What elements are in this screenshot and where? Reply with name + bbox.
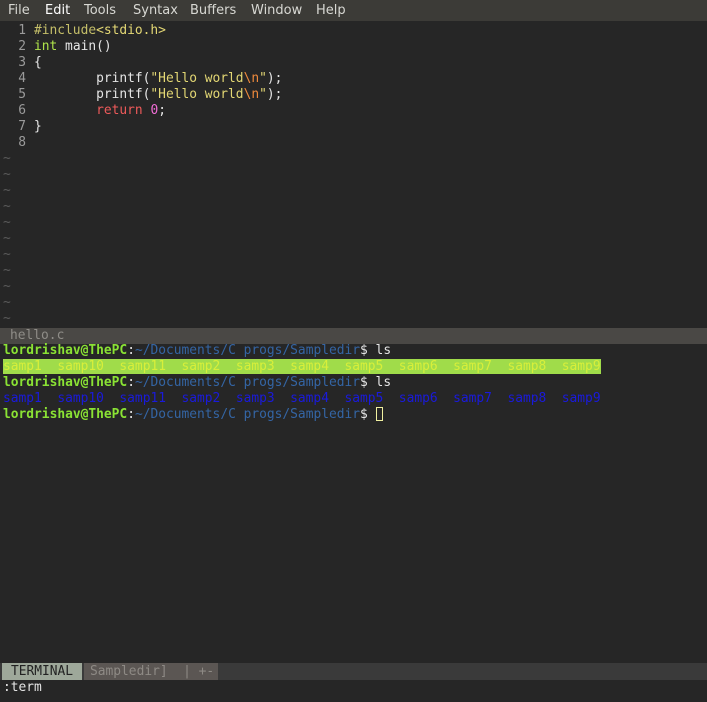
code-line-6[interactable]: return 0;	[34, 103, 166, 119]
ls-output-highlighted: samp1 samp10 samp11 samp2 samp3 samp4 sa…	[3, 359, 601, 374]
code-text: ;	[158, 103, 166, 118]
vim-window: File Edit Tools Syntax Buffers Window He…	[0, 0, 707, 702]
line-number: 1	[18, 23, 26, 38]
string-literal: "	[259, 87, 267, 102]
command-line[interactable]: :term	[3, 680, 42, 696]
code-text: printf(	[34, 71, 151, 86]
terminal-output-line: samp1 samp10 samp11 samp2 samp3 samp4 sa…	[3, 391, 601, 407]
prompt-symbol: $	[360, 407, 368, 422]
code-text: main()	[57, 39, 112, 54]
empty-line-marker: ~	[3, 279, 11, 294]
prompt-symbol: $	[360, 375, 368, 390]
string-literal: "Hello world	[150, 87, 244, 102]
prompt-user: lordrishav@ThePC	[3, 343, 128, 358]
code-line-3[interactable]: {	[34, 55, 42, 71]
menu-file[interactable]: File	[8, 0, 30, 21]
code-text: {	[34, 55, 42, 70]
code-text: printf(	[34, 87, 151, 102]
line-number: 8	[18, 135, 26, 150]
terminal-cursor	[375, 407, 383, 421]
empty-line-marker: ~	[3, 199, 11, 214]
code-line-2[interactable]: int main()	[34, 39, 112, 55]
terminal-prompt-line: lordrishav@ThePC:~/Documents/C progs/Sam…	[3, 343, 391, 359]
menu-tools[interactable]: Tools	[84, 0, 116, 21]
menu-help[interactable]: Help	[316, 0, 346, 21]
terminal-prompt-line[interactable]: lordrishav@ThePC:~/Documents/C progs/Sam…	[3, 407, 383, 423]
prompt-user: lordrishav@ThePC	[3, 375, 128, 390]
return-keyword: return	[96, 103, 143, 118]
code-line-7[interactable]: }	[34, 119, 42, 135]
terminal-output-line: samp1 samp10 samp11 samp2 samp3 samp4 sa…	[3, 359, 601, 375]
empty-line-marker: ~	[3, 263, 11, 278]
empty-line-marker: ~	[3, 247, 11, 262]
code-text: );	[266, 71, 283, 86]
prompt-path: ~/Documents/C progs/Sampledir	[134, 343, 361, 358]
terminal-command: ls	[367, 375, 392, 390]
code-line-4[interactable]: printf("Hello world\n");	[34, 71, 282, 87]
empty-line-marker: ~	[3, 311, 11, 326]
code-text: );	[266, 87, 283, 102]
ls-output: samp1 samp10 samp11 samp2 samp3 samp4 sa…	[3, 391, 601, 406]
terminal-status-line[interactable]: TERMINAL Sampledir] | +-	[0, 663, 707, 680]
code-line-1[interactable]: #include<stdio.h>	[34, 23, 166, 39]
include-header: <stdio.h>	[96, 23, 166, 38]
empty-line-marker: ~	[3, 183, 11, 198]
menu-bar: File Edit Tools Syntax Buffers Window He…	[0, 0, 707, 21]
line-number: 2	[18, 39, 26, 54]
empty-line-marker: ~	[3, 295, 11, 310]
line-number: 3	[18, 55, 26, 70]
prompt-path: ~/Documents/C progs/Sampledir	[134, 407, 361, 422]
escape-sequence: \n	[243, 87, 260, 102]
line-number: 7	[18, 119, 26, 134]
line-number: 6	[18, 103, 26, 118]
tab-sampledir[interactable]: Sampledir] | +-	[84, 663, 218, 680]
terminal-prompt-line: lordrishav@ThePC:~/Documents/C progs/Sam…	[3, 375, 391, 391]
tab-terminal[interactable]: TERMINAL	[2, 663, 82, 680]
empty-line-marker: ~	[3, 231, 11, 246]
empty-line-marker: ~	[3, 215, 11, 230]
line-number: 5	[18, 87, 26, 102]
tab-sampledir-label: Sampledir] | +-	[90, 664, 215, 679]
empty-line-marker: ~	[3, 167, 11, 182]
editor-status-line[interactable]: hello.c	[0, 328, 707, 344]
code-line-5[interactable]: printf("Hello world\n");	[34, 87, 282, 103]
menu-buffers[interactable]: Buffers	[190, 0, 236, 21]
prompt-colon: :	[127, 407, 135, 422]
include-directive: #include	[34, 23, 97, 38]
menu-window[interactable]: Window	[251, 0, 302, 21]
buffer-filename: hello.c	[10, 328, 65, 343]
prompt-user: lordrishav@ThePC	[3, 407, 128, 422]
prompt-symbol: $	[360, 343, 368, 358]
escape-sequence: \n	[243, 71, 260, 86]
line-number: 4	[18, 71, 26, 86]
string-literal: "	[259, 71, 267, 86]
prompt-colon: :	[127, 343, 135, 358]
prompt-path: ~/Documents/C progs/Sampledir	[134, 375, 361, 390]
string-literal: "Hello world	[150, 71, 244, 86]
menu-edit[interactable]: Edit	[45, 0, 70, 21]
type-keyword: int	[34, 39, 58, 54]
empty-line-marker: ~	[3, 151, 11, 166]
menu-syntax[interactable]: Syntax	[133, 0, 178, 21]
code-text: }	[34, 119, 42, 134]
terminal-command: ls	[367, 343, 392, 358]
prompt-colon: :	[127, 375, 135, 390]
